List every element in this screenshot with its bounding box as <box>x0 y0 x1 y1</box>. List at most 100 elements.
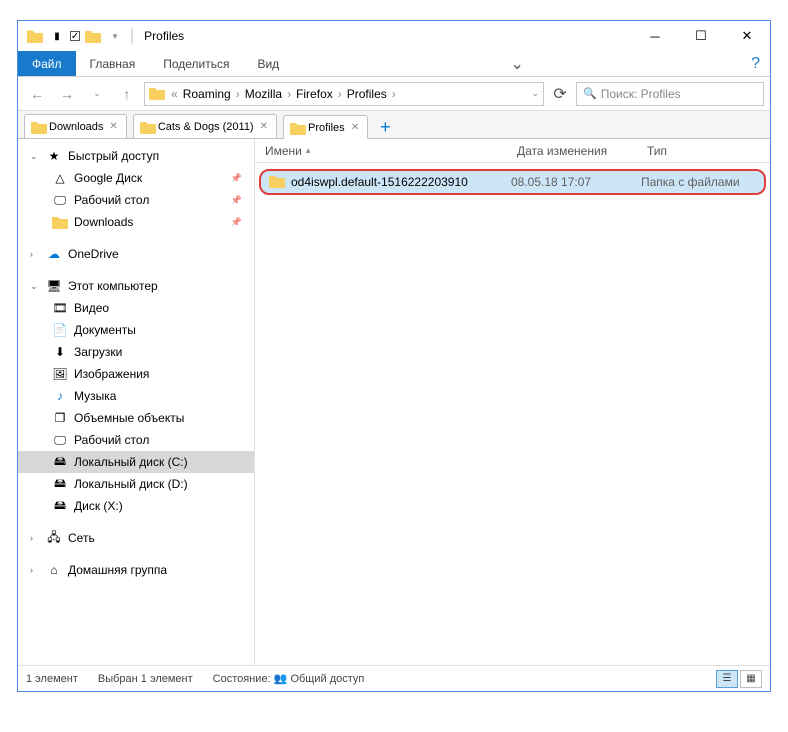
crumb[interactable]: Roaming <box>180 87 234 101</box>
sidebar-item-selected[interactable]: 🖴Локальный диск (C:) <box>18 451 254 473</box>
sidebar-item[interactable]: 🖴Локальный диск (D:) <box>18 473 254 495</box>
forward-button[interactable]: → <box>54 81 80 107</box>
qat-folder-icon[interactable] <box>84 27 102 45</box>
tab-home[interactable]: Главная <box>76 51 150 76</box>
qat-dropdown-icon[interactable]: ▾ <box>106 27 124 45</box>
new-tab-button[interactable]: + <box>374 117 397 138</box>
tab-file[interactable]: Файл <box>18 51 76 76</box>
tab-share[interactable]: Поделиться <box>149 51 243 76</box>
folder-tabs: Downloads ✕ Cats & Dogs (2011) ✕ Profile… <box>18 111 770 139</box>
sidebar-homegroup[interactable]: ›⌂Домашняя группа <box>18 559 254 581</box>
table-row[interactable]: od4iswpl.default-1516222203910 08.05.18 … <box>259 169 766 195</box>
sidebar-item[interactable]: 🎞Видео <box>18 297 254 319</box>
sidebar-item[interactable]: 🖵Рабочий стол <box>18 429 254 451</box>
tab-label: Profiles <box>308 122 345 134</box>
up-button[interactable]: ↑ <box>114 81 140 107</box>
folder-icon <box>269 174 285 191</box>
sidebar: ⌄★Быстрый доступ △Google Диск 🖵Рабочий с… <box>18 139 255 665</box>
titlebar: ▮ ✓ ▾ | Profiles ─ ☐ ✕ <box>18 21 770 51</box>
sidebar-quick-access[interactable]: ⌄★Быстрый доступ <box>18 145 254 167</box>
view-details-button[interactable]: ☰ <box>716 670 738 688</box>
sidebar-item[interactable]: 🖼Изображения <box>18 363 254 385</box>
3d-icon: ❐ <box>52 410 68 426</box>
folder-tab[interactable]: Cats & Dogs (2011) ✕ <box>133 114 277 138</box>
ribbon-expand-icon[interactable]: ⌄ <box>500 51 533 76</box>
tab-view[interactable]: Вид <box>243 51 293 76</box>
refresh-button[interactable]: ⟳ <box>548 84 572 104</box>
column-headers: Имени▴ Дата изменения Тип <box>255 139 770 163</box>
folder-icon <box>290 121 304 135</box>
folder-icon <box>149 86 165 102</box>
folder-tab[interactable]: Downloads ✕ <box>24 114 127 138</box>
minimize-button[interactable]: ─ <box>632 21 678 51</box>
tab-label: Cats & Dogs (2011) <box>158 121 254 133</box>
qat-checkbox-icon[interactable]: ✓ <box>70 31 80 41</box>
folder-icon <box>31 120 45 134</box>
search-input[interactable]: 🔍 Поиск: Profiles <box>576 82 764 106</box>
column-date[interactable]: Дата изменения <box>507 144 637 158</box>
close-button[interactable]: ✕ <box>724 21 770 51</box>
pictures-icon: 🖼 <box>52 366 68 382</box>
status-state: Состояние: 👥 Общий доступ <box>213 672 365 685</box>
sidebar-item[interactable]: ⬇Загрузки <box>18 341 254 363</box>
close-icon[interactable]: ✕ <box>258 121 270 132</box>
file-type: Папка с файлами <box>641 175 764 189</box>
video-icon: 🎞 <box>52 300 68 316</box>
explorer-window: ▮ ✓ ▾ | Profiles ─ ☐ ✕ Файл Главная Поде… <box>17 20 771 692</box>
file-list: Имени▴ Дата изменения Тип od4iswpl.defau… <box>255 139 770 665</box>
status-count: 1 элемент <box>26 673 78 685</box>
recent-dropdown[interactable]: ⌄ <box>84 81 110 107</box>
sidebar-onedrive[interactable]: ›☁OneDrive <box>18 243 254 265</box>
folder-tab-active[interactable]: Profiles ✕ <box>283 115 368 139</box>
downloads-icon: ⬇ <box>52 344 68 360</box>
window-title: Profiles <box>144 29 184 43</box>
search-icon: 🔍 <box>583 87 597 100</box>
column-type[interactable]: Тип <box>637 144 770 158</box>
homegroup-icon: ⌂ <box>46 562 62 578</box>
crumb[interactable]: Firefox <box>293 87 336 101</box>
view-icons-button[interactable]: ▦ <box>740 670 762 688</box>
folder-icon <box>140 120 154 134</box>
cloud-icon: ☁ <box>46 246 62 262</box>
documents-icon: 📄 <box>52 322 68 338</box>
app-icon <box>26 27 44 45</box>
file-name: od4iswpl.default-1516222203910 <box>291 175 468 189</box>
search-placeholder: Поиск: Profiles <box>601 87 681 101</box>
music-icon: ♪ <box>52 388 68 404</box>
drive-icon: 🖴 <box>52 454 68 470</box>
drive-icon: 🖴 <box>52 498 68 514</box>
ribbon-tabs: Файл Главная Поделиться Вид ⌄ ? <box>18 51 770 77</box>
sidebar-item[interactable]: 📄Документы <box>18 319 254 341</box>
help-icon[interactable]: ? <box>741 51 770 76</box>
address-bar: ← → ⌄ ↑ « Roaming› Mozilla› Firefox› Pro… <box>18 77 770 111</box>
close-icon[interactable]: ✕ <box>107 121 119 132</box>
tab-label: Downloads <box>49 121 103 133</box>
back-button[interactable]: ← <box>24 81 50 107</box>
status-bar: 1 элемент Выбран 1 элемент Состояние: 👥 … <box>18 665 770 691</box>
sidebar-item[interactable]: Downloads <box>18 211 254 233</box>
status-selected: Выбран 1 элемент <box>98 673 193 685</box>
crumb[interactable]: Mozilla <box>242 87 285 101</box>
sidebar-item[interactable]: 🖵Рабочий стол <box>18 189 254 211</box>
desktop-icon: 🖵 <box>52 432 68 448</box>
qat-properties-icon[interactable]: ▮ <box>48 27 66 45</box>
sidebar-item[interactable]: 🖴Диск (X:) <box>18 495 254 517</box>
desktop-icon: 🖵 <box>52 192 68 208</box>
close-icon[interactable]: ✕ <box>349 122 361 133</box>
sidebar-item[interactable]: ♪Музыка <box>18 385 254 407</box>
shared-icon: 👥 <box>274 673 288 685</box>
maximize-button[interactable]: ☐ <box>678 21 724 51</box>
sidebar-network[interactable]: ›🖧Сеть <box>18 527 254 549</box>
folder-icon <box>52 214 68 230</box>
sidebar-item[interactable]: △Google Диск <box>18 167 254 189</box>
breadcrumb[interactable]: « Roaming› Mozilla› Firefox› Profiles› ⌄ <box>144 82 544 106</box>
file-date: 08.05.18 17:07 <box>511 175 641 189</box>
star-icon: ★ <box>46 148 62 164</box>
column-name[interactable]: Имени▴ <box>255 144 507 158</box>
sidebar-thispc[interactable]: ⌄🖥Этот компьютер <box>18 275 254 297</box>
sidebar-item[interactable]: ❐Объемные объекты <box>18 407 254 429</box>
pc-icon: 🖥 <box>46 278 62 294</box>
crumb[interactable]: Profiles <box>344 87 390 101</box>
network-icon: 🖧 <box>46 530 62 546</box>
drive-icon: 🖴 <box>52 476 68 492</box>
